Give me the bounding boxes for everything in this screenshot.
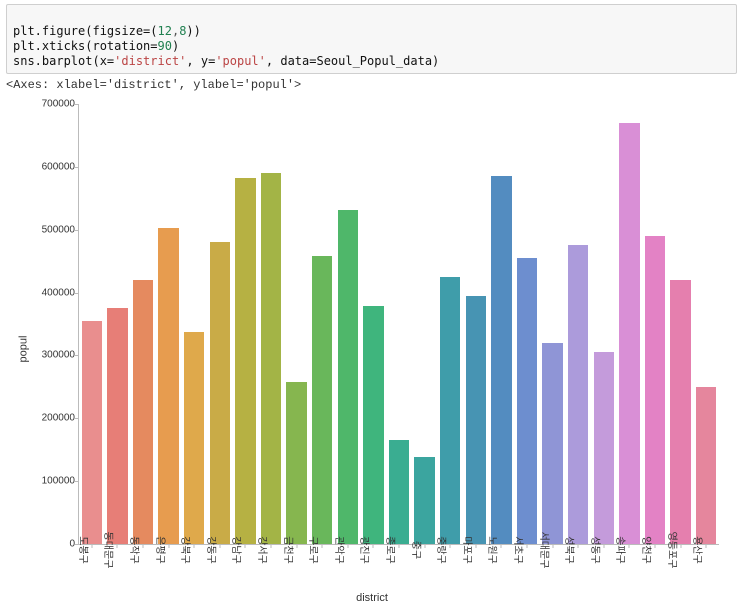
- bar: [619, 123, 639, 544]
- bar: [568, 245, 588, 544]
- bar-slot: 용산구: [693, 104, 719, 544]
- x-tick-mark: [245, 544, 246, 548]
- x-tick-label: 강서구: [256, 536, 271, 564]
- output-repr: <Axes: xlabel='district', ylabel='popul'…: [6, 78, 737, 92]
- bar: [414, 457, 434, 544]
- bar: [312, 256, 332, 544]
- x-tick-label: 노원구: [486, 536, 501, 564]
- chart: popul 0100000200000300000400000500000600…: [12, 94, 732, 604]
- bar: [338, 210, 358, 544]
- x-tick-label: 동작구: [128, 536, 143, 564]
- bar-slot: 관악구: [335, 104, 361, 544]
- bar-slot: 동작구: [130, 104, 156, 544]
- bar-slot: 성동구: [591, 104, 617, 544]
- x-tick-label: 서대문구: [538, 532, 553, 569]
- bar-slot: 강북구: [181, 104, 207, 544]
- bar: [133, 280, 153, 544]
- bar-slot: 마포구: [463, 104, 489, 544]
- x-tick-label: 마포구: [461, 536, 476, 564]
- bar: [158, 228, 178, 544]
- x-tick-label: 도봉구: [77, 536, 92, 564]
- bar-slot: 종로구: [386, 104, 412, 544]
- bar-slot: 양천구: [642, 104, 668, 544]
- y-tick-label: 700000: [27, 99, 75, 110]
- x-tick-label: 종로구: [384, 536, 399, 564]
- y-tick-label: 500000: [27, 224, 75, 235]
- x-tick-mark: [501, 544, 502, 548]
- x-tick-label: 관악구: [333, 536, 348, 564]
- bar: [286, 382, 306, 544]
- x-tick-label: 광진구: [358, 536, 373, 564]
- y-tick-label: 100000: [27, 476, 75, 487]
- bar-slot: 성북구: [565, 104, 591, 544]
- bar: [517, 258, 537, 544]
- bar-slot: 은평구: [156, 104, 182, 544]
- bar-slot: 구로구: [309, 104, 335, 544]
- bar: [491, 176, 511, 544]
- x-tick-label: 서초구: [512, 536, 527, 564]
- bar-slot: 중랑구: [437, 104, 463, 544]
- bar: [466, 296, 486, 544]
- x-tick-label: 용산구: [691, 536, 706, 564]
- x-tick-label: 송파구: [614, 536, 629, 564]
- bar-slot: 강동구: [207, 104, 233, 544]
- y-tick-label: 600000: [27, 161, 75, 172]
- code-cell: plt.figure(figsize=(12,8)) plt.xticks(ro…: [6, 4, 737, 74]
- x-tick-label: 중랑구: [435, 536, 450, 564]
- bar-slot: 영등포구: [668, 104, 694, 544]
- bar-slot: 강서구: [258, 104, 284, 544]
- x-tick-mark: [373, 544, 374, 548]
- x-tick-label: 강동구: [205, 536, 220, 564]
- code-line-3: sns.barplot(x='district', y='popul', dat…: [13, 54, 439, 68]
- x-tick-label: 영등포구: [666, 532, 681, 569]
- x-tick-label: 성동구: [589, 536, 604, 564]
- bar-slot: 광진구: [361, 104, 387, 544]
- bar-slot: 금천구: [284, 104, 310, 544]
- x-tick-label: 금천구: [282, 536, 297, 564]
- bar-slot: 송파구: [617, 104, 643, 544]
- bar: [363, 306, 383, 544]
- x-tick-label: 은평구: [154, 536, 169, 564]
- x-tick-label: 강남구: [230, 536, 245, 564]
- bar: [594, 352, 614, 544]
- code-line-1: plt.figure(figsize=(12,8)): [13, 24, 201, 38]
- plot-area: 0100000200000300000400000500000600000700…: [78, 104, 719, 545]
- x-tick-label: 중구: [410, 541, 425, 559]
- bar-slot: 중구: [412, 104, 438, 544]
- bar: [389, 440, 409, 544]
- bar-slot: 노원구: [489, 104, 515, 544]
- x-axis-label: district: [356, 592, 388, 604]
- y-tick-label: 0: [27, 539, 75, 550]
- bar-slot: 서초구: [514, 104, 540, 544]
- x-tick-mark: [629, 544, 630, 548]
- bar: [184, 332, 204, 544]
- bar-slot: 도봉구: [79, 104, 105, 544]
- bar: [696, 387, 716, 544]
- y-tick-label: 400000: [27, 287, 75, 298]
- y-tick-label: 300000: [27, 350, 75, 361]
- x-tick-mark: [117, 544, 118, 548]
- bar: [670, 280, 690, 544]
- bar: [440, 277, 460, 544]
- y-tick-label: 200000: [27, 413, 75, 424]
- bar-slot: 동대문구: [105, 104, 131, 544]
- bar: [82, 321, 102, 544]
- bar: [107, 308, 127, 544]
- code-line-2: plt.xticks(rotation=90): [13, 39, 179, 53]
- x-tick-label: 강북구: [179, 536, 194, 564]
- x-tick-label: 구로구: [307, 536, 322, 564]
- x-tick-label: 성북구: [563, 536, 578, 564]
- x-tick-label: 동대문구: [102, 532, 117, 569]
- bar: [235, 178, 255, 544]
- bar: [542, 343, 562, 544]
- bar: [210, 242, 230, 544]
- bar-slot: 서대문구: [540, 104, 566, 544]
- bar: [645, 236, 665, 544]
- bar: [261, 173, 281, 544]
- bar-slot: 강남구: [233, 104, 259, 544]
- x-tick-label: 양천구: [640, 536, 655, 564]
